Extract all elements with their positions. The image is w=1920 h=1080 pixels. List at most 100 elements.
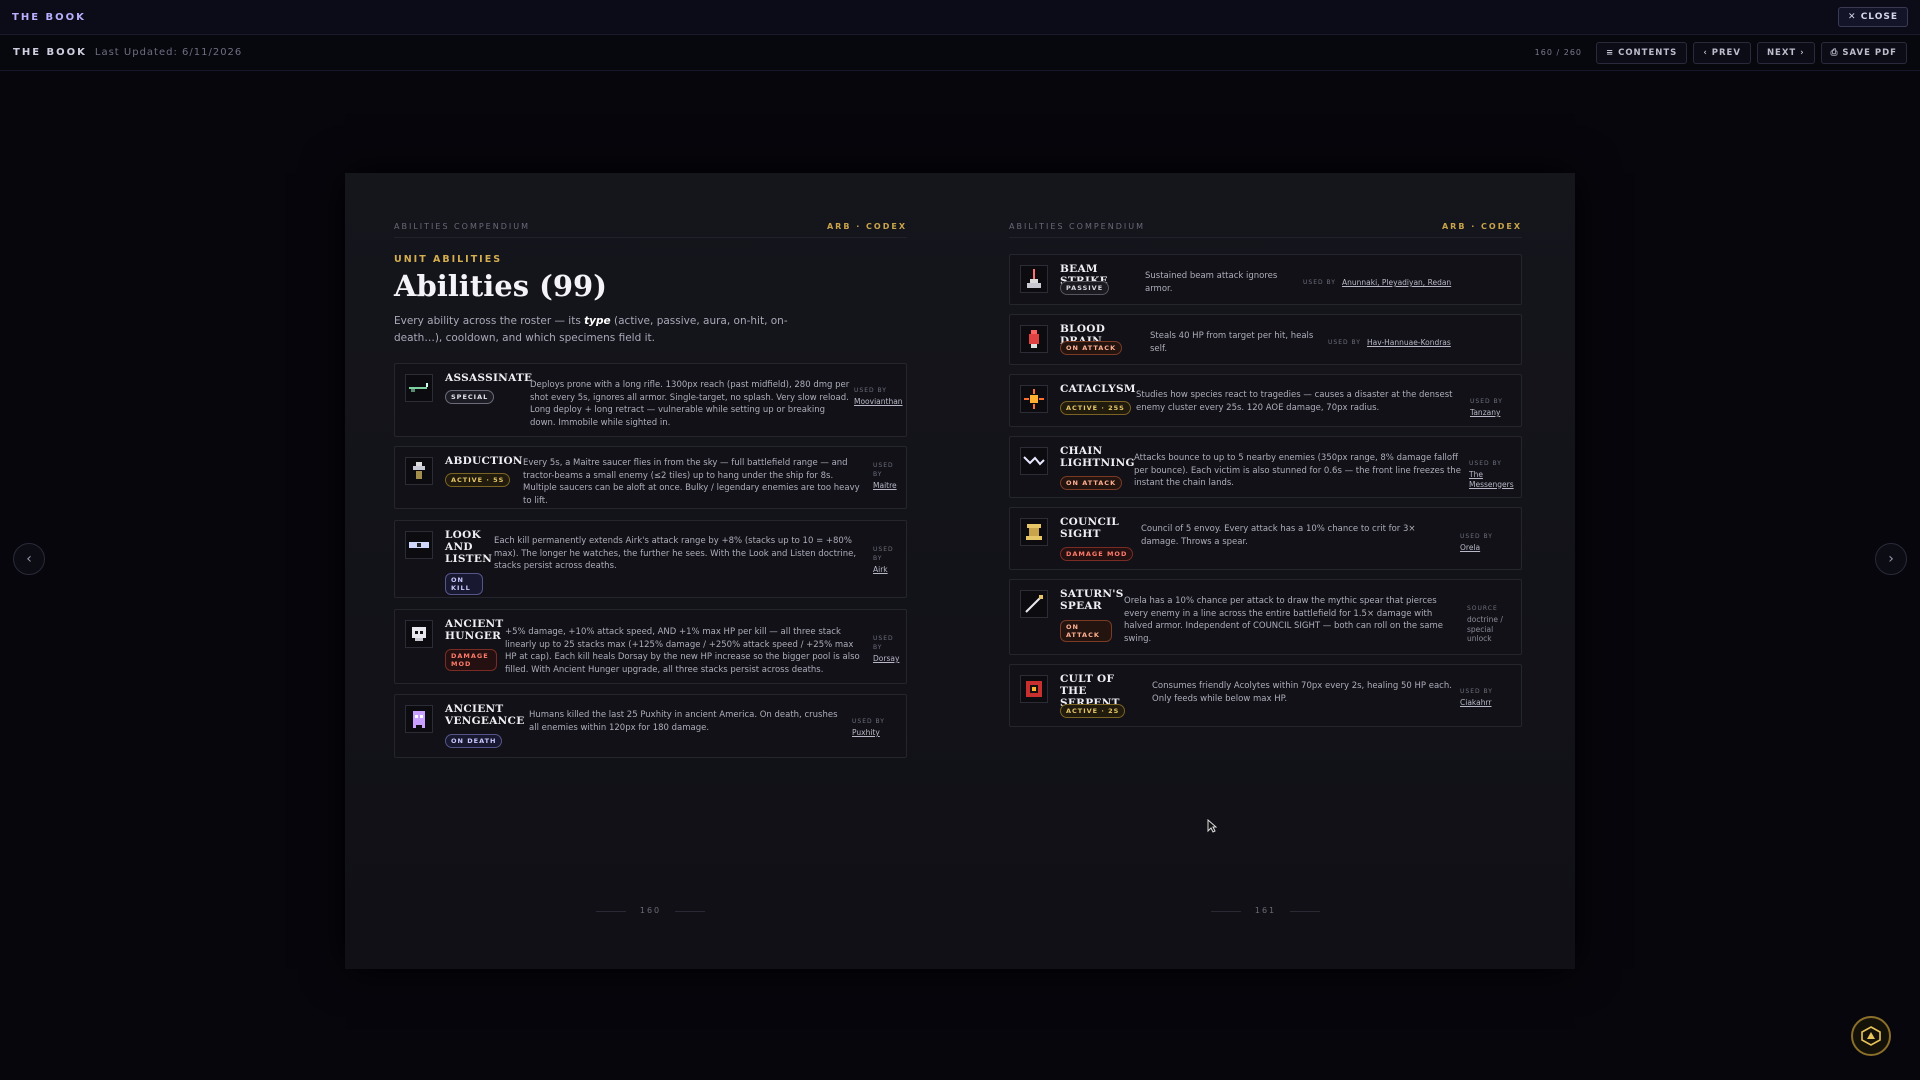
ability-desc: Humans killed the last 25 Puxhity in anc…: [529, 710, 838, 733]
used-by-link[interactable]: Airk: [873, 565, 905, 575]
source: SOURCE doctrine / special unlock: [1467, 604, 1519, 644]
ability-badge: PASSIVE: [1060, 281, 1110, 295]
page-number: 160: [394, 906, 907, 915]
used-by-link[interactable]: Ciakahrr: [1460, 698, 1515, 708]
book-spread: ABILITIES COMPENDIUM ARB · CODEX UNIT AB…: [345, 173, 1575, 969]
ability-card-blood-drain[interactable]: BLOOD DRAIN ON ATTACK Steals 40 HP from …: [1009, 314, 1522, 365]
section-tag: UNIT ABILITIES: [394, 254, 503, 265]
header-codex: ARB · CODEX: [1441, 222, 1522, 231]
ability-badge: ON KILL: [445, 573, 483, 595]
ability-badge: ON DEATH: [445, 734, 503, 748]
ability-desc: Steals 40 HP from target per hit, heals …: [1150, 331, 1314, 354]
serpent-icon: [1020, 675, 1048, 703]
page-count: 160 / 260: [1534, 48, 1582, 57]
burst-icon: [1020, 385, 1048, 413]
used-by: USED BY Dorsay: [873, 634, 905, 664]
ability-card-cataclysm[interactable]: CATACLYSM ACTIVE · 25S Studies how speci…: [1009, 374, 1522, 427]
next-page-arrow[interactable]: ›: [1875, 543, 1907, 575]
ability-name: ABDUCTION: [445, 455, 523, 467]
council-icon: [1020, 518, 1048, 546]
right-page: ABILITIES COMPENDIUM ARB · CODEX BEAM ST…: [1009, 173, 1522, 969]
ability-name: CHAIN LIGHTNING: [1060, 445, 1135, 469]
ability-desc: Consumes friendly Acolytes within 70px e…: [1152, 681, 1452, 704]
book-title: THE BOOK: [13, 47, 87, 58]
save-pdf-button[interactable]: ⎙ SAVE PDF: [1820, 41, 1907, 64]
ability-card-abduction[interactable]: ABDUCTION ACTIVE · 5S Every 5s, a Maitre…: [394, 446, 907, 509]
book-toolbar: THE BOOK Last Updated: 6/11/2026 160 / 2…: [0, 35, 1920, 71]
ability-name: SATURN'S SPEAR: [1060, 588, 1124, 612]
ability-desc: Studies how species react to tragedies —…: [1136, 390, 1453, 413]
left-page: ABILITIES COMPENDIUM ARB · CODEX UNIT AB…: [394, 173, 907, 969]
ability-desc: Every 5s, a Maitre saucer flies in from …: [523, 458, 860, 506]
ability-badge: ACTIVE · 5S: [445, 473, 511, 487]
ability-card-assassinate[interactable]: ASSASSINATE SPECIAL Deploys prone with a…: [394, 363, 907, 437]
ability-card-cult-of-the-serpent[interactable]: CULT OF THE SERPENT ACTIVE · 2S Consumes…: [1009, 664, 1522, 727]
page-number: 161: [1009, 906, 1522, 915]
ability-badge: ON ATTACK: [1060, 476, 1123, 490]
intro-text: Every ability across the roster — its ty…: [394, 315, 788, 344]
used-by-link[interactable]: Moovianthan: [854, 397, 904, 407]
page-header: ABILITIES COMPENDIUM ARB · CODEX: [1009, 222, 1522, 238]
beam-icon: [1020, 265, 1048, 293]
used-by-link[interactable]: Dorsay: [873, 654, 905, 664]
used-by-link[interactable]: Tanzany: [1470, 408, 1520, 418]
last-updated: Last Updated: 6/11/2026: [94, 47, 243, 58]
lightning-icon: [1020, 447, 1048, 475]
rifle-icon: [405, 374, 433, 402]
ability-badge: DAMAGE MOD: [445, 649, 497, 671]
ability-desc: Sustained beam attack ignores armor.: [1145, 271, 1278, 294]
ability-desc: Attacks bounce to up to 5 nearby enemies…: [1134, 453, 1461, 488]
used-by: USED BY Ciakahrr: [1460, 687, 1515, 708]
used-by: USED BY Puxhity: [852, 717, 904, 738]
ability-card-look-and-listen[interactable]: LOOK AND LISTEN ON KILL Each kill perman…: [394, 520, 907, 598]
ability-name: ANCIENT VENGEANCE: [445, 703, 525, 727]
ability-name: COUNCIL SIGHT: [1060, 516, 1120, 540]
drop-icon: [1020, 325, 1048, 353]
used-by-link[interactable]: Anunnaki, Pleyadiyan, Redan: [1342, 278, 1451, 287]
used-by: USED BY Anunnaki, Pleyadiyan, Redan: [1303, 278, 1452, 287]
used-by-link[interactable]: Maitre: [873, 481, 905, 491]
used-by: USED BY Airk: [873, 545, 905, 575]
ability-badge: DAMAGE MOD: [1060, 547, 1134, 561]
ability-card-saturns-spear[interactable]: SATURN'S SPEAR ON ATTACK Orela has a 10%…: [1009, 579, 1522, 655]
ability-desc: Each kill permanently extends Airk's att…: [494, 536, 857, 571]
header-section: ABILITIES COMPENDIUM: [1009, 222, 1145, 231]
used-by-link[interactable]: The Messengers: [1469, 470, 1521, 489]
ability-card-council-sight[interactable]: COUNCIL SIGHT DAMAGE MOD Council of 5 en…: [1009, 507, 1522, 570]
used-by: USED BY Tanzany: [1470, 397, 1520, 418]
ability-name: ANCIENT HUNGER: [445, 618, 504, 642]
emblem-icon[interactable]: [1851, 1016, 1891, 1056]
spear-icon: [1020, 590, 1048, 618]
ability-card-ancient-vengeance[interactable]: ANCIENT VENGEANCE ON DEATH Humans killed…: [394, 694, 907, 758]
mouse-cursor-icon: [1207, 818, 1218, 833]
used-by: USED BY Maitre: [873, 461, 905, 491]
app-title: THE BOOK: [12, 11, 86, 23]
ability-badge: ON ATTACK: [1060, 341, 1123, 355]
close-button[interactable]: ✕ CLOSE: [1838, 7, 1908, 27]
saucer-icon: [405, 457, 433, 485]
header-codex: ARB · CODEX: [826, 222, 907, 231]
used-by: USED BY Orela: [1460, 532, 1512, 553]
ability-desc: Deploys prone with a long rifle. 1300px …: [530, 380, 850, 428]
ability-desc: Orela has a 10% chance per attack to dra…: [1124, 596, 1444, 644]
ability-card-beam-strike[interactable]: BEAM STRIKE PASSIVE Sustained beam attac…: [1009, 254, 1522, 305]
prev-button[interactable]: ‹ PREV: [1693, 41, 1751, 64]
used-by: USED BY Moovianthan: [854, 387, 904, 407]
ability-name: LOOK AND LISTEN: [445, 529, 493, 565]
ability-badge: ACTIVE · 25S: [1060, 401, 1131, 415]
used-by-link[interactable]: Puxhity: [852, 728, 904, 738]
ability-card-ancient-hunger[interactable]: ANCIENT HUNGER DAMAGE MOD +5% damage, +1…: [394, 609, 907, 684]
prev-page-arrow[interactable]: ‹: [13, 543, 45, 575]
ability-badge: ON ATTACK: [1060, 620, 1112, 642]
ability-badge: ACTIVE · 2S: [1060, 704, 1126, 718]
header-section: ABILITIES COMPENDIUM: [394, 222, 530, 231]
used-by-link[interactable]: Hav-Hannuae-Kondras: [1367, 338, 1451, 347]
ability-card-chain-lightning[interactable]: CHAIN LIGHTNING ON ATTACK Attacks bounce…: [1009, 436, 1522, 498]
next-button[interactable]: NEXT ›: [1756, 41, 1815, 64]
contents-button[interactable]: ≡ CONTENTS: [1596, 41, 1688, 64]
source-text: doctrine / special unlock: [1467, 615, 1503, 643]
page-header: ABILITIES COMPENDIUM ARB · CODEX: [394, 222, 907, 238]
ability-desc: +5% damage, +10% attack speed, AND +1% m…: [505, 627, 860, 675]
used-by: USED BY The Messengers: [1469, 459, 1521, 489]
used-by-link[interactable]: Orela: [1460, 543, 1512, 553]
